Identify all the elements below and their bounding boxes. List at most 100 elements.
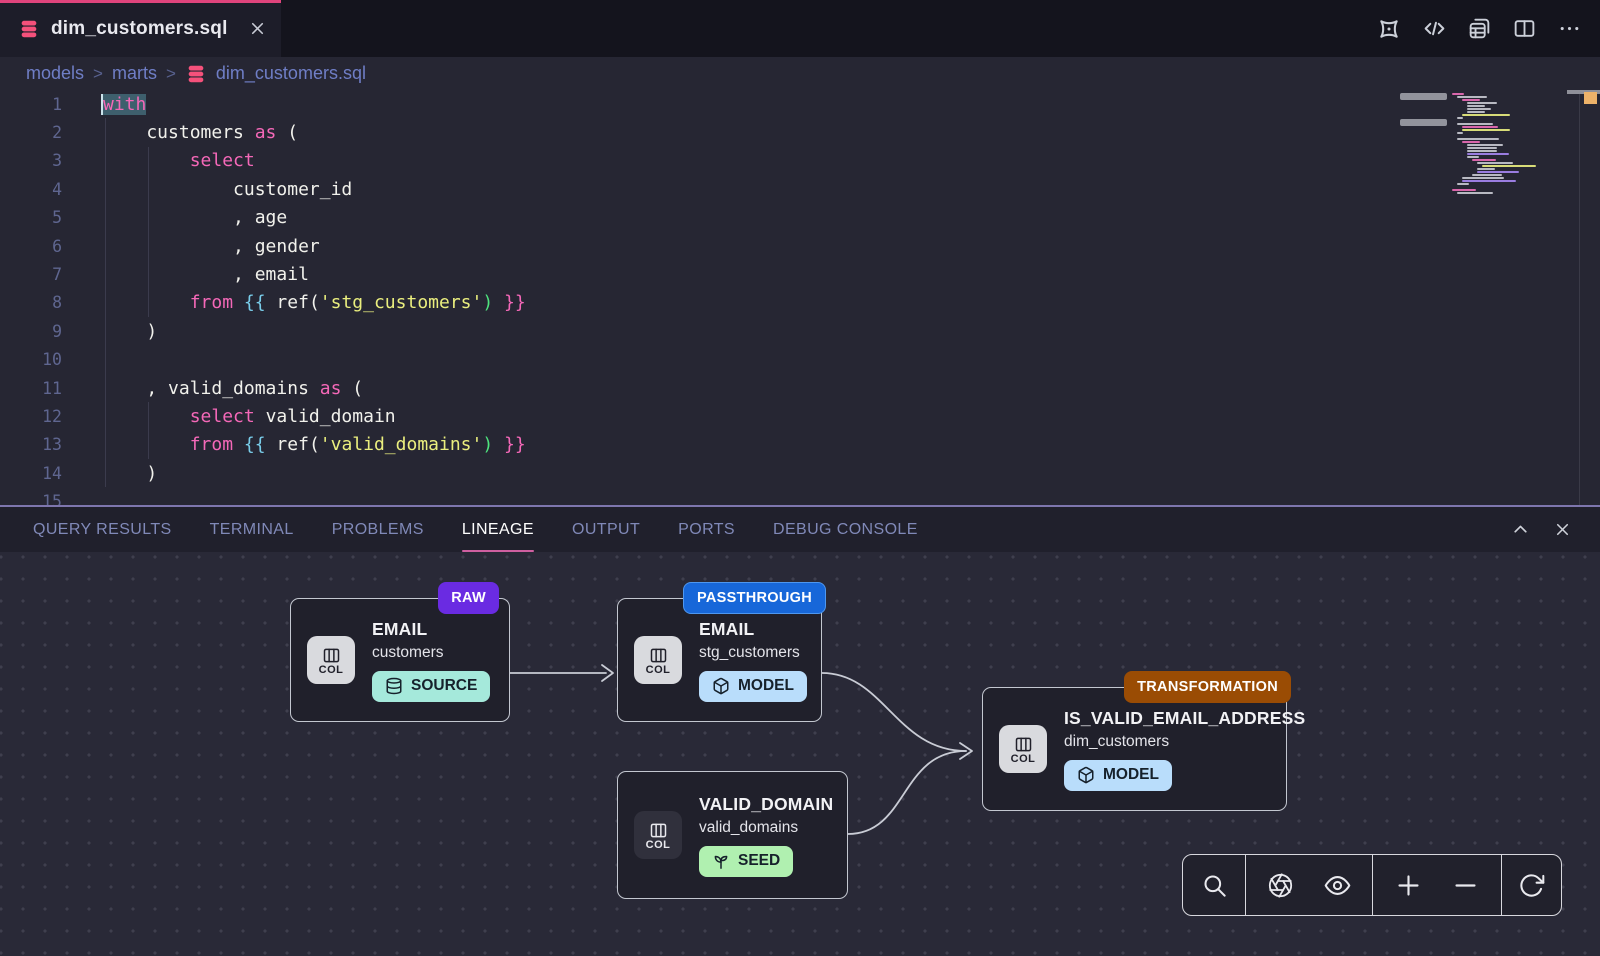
zoom-in-icon[interactable] bbox=[1387, 872, 1430, 899]
toolbar-section bbox=[1246, 855, 1373, 915]
columns-icon bbox=[648, 645, 669, 666]
minimap[interactable] bbox=[1452, 93, 1574, 195]
panel-tab-ports[interactable]: PORTS bbox=[678, 507, 735, 552]
node-tag-transformation: TRANSFORMATION bbox=[1124, 671, 1291, 703]
minimap-line bbox=[1467, 153, 1509, 155]
more-actions-icon[interactable] bbox=[1554, 14, 1584, 44]
split-editor-icon[interactable] bbox=[1509, 14, 1539, 44]
code-line[interactable]: 5 , age bbox=[0, 204, 1600, 232]
cube-icon bbox=[1077, 766, 1095, 784]
code-line[interactable]: 10 bbox=[0, 346, 1600, 374]
line-number: 15 bbox=[0, 492, 62, 505]
minimap-line bbox=[1467, 147, 1497, 149]
panel-tab-debug-console[interactable]: DEBUG CONSOLE bbox=[773, 507, 918, 552]
dbt-icon[interactable] bbox=[1374, 14, 1404, 44]
code-line[interactable]: 12 select valid_domain bbox=[0, 402, 1600, 430]
panel-tab-lineage[interactable]: LINEAGE bbox=[462, 507, 534, 552]
minimap-line bbox=[1482, 165, 1536, 167]
database-icon bbox=[185, 63, 207, 85]
panel-tab-bar: QUERY RESULTS TERMINAL PROBLEMS LINEAGE OUTP… bbox=[0, 507, 1600, 552]
code-line[interactable]: 1with bbox=[0, 90, 1600, 118]
minimap-line bbox=[1457, 132, 1463, 134]
breadcrumb-item-models[interactable]: models bbox=[26, 63, 84, 84]
panel-tab-output[interactable]: OUTPUT bbox=[572, 507, 640, 552]
line-number: 6 bbox=[0, 237, 62, 256]
lineage-node-customers[interactable]: RAW COL EMAIL customers SOURCE bbox=[290, 598, 510, 722]
minimap-line bbox=[1472, 159, 1496, 161]
indent-guide bbox=[105, 118, 106, 487]
query-results-icon[interactable] bbox=[1464, 14, 1494, 44]
node-type-badge-seed: SEED bbox=[699, 846, 793, 877]
close-panel-icon[interactable] bbox=[1553, 520, 1572, 539]
node-type-badge-model: MODEL bbox=[1064, 760, 1172, 791]
lineage-node-valid_domains[interactable]: COL VALID_DOMAIN valid_domains SEED bbox=[617, 771, 848, 899]
breadcrumb-item-dim_customers-sql[interactable]: dim_customers.sql bbox=[185, 63, 366, 85]
active-tab-accent bbox=[0, 0, 281, 3]
code-editor[interactable]: 1with2 customers as (3 select4 customer_… bbox=[0, 90, 1600, 505]
code-line[interactable]: 3 select bbox=[0, 147, 1600, 175]
tab-title: dim_customers.sql bbox=[51, 18, 228, 40]
column-icon: COL bbox=[634, 636, 682, 684]
code-line[interactable]: 2 customers as ( bbox=[0, 118, 1600, 146]
lineage-node-stg_customers[interactable]: PASSTHROUGH COL EMAIL stg_customers MODE… bbox=[617, 598, 822, 722]
minimap-line bbox=[1477, 171, 1519, 173]
columns-icon bbox=[321, 645, 342, 666]
code-line[interactable]: 6 , gender bbox=[0, 232, 1600, 260]
aperture-icon[interactable] bbox=[1259, 872, 1302, 899]
indent-guide bbox=[148, 147, 149, 317]
lineage-canvas[interactable]: RAW COL EMAIL customers SOURCE PASSTHROU… bbox=[0, 552, 1600, 956]
panel-controls bbox=[1510, 507, 1600, 552]
toolbar-section bbox=[1502, 855, 1561, 915]
panel-tab-problems[interactable]: PROBLEMS bbox=[332, 507, 424, 552]
line-number: 8 bbox=[0, 293, 62, 312]
refresh-icon[interactable] bbox=[1510, 872, 1553, 899]
editor-tab-dim-customers[interactable]: dim_customers.sql bbox=[0, 0, 281, 57]
database-small-icon bbox=[385, 677, 403, 695]
search-icon[interactable] bbox=[1193, 872, 1236, 899]
editor-actions bbox=[1374, 0, 1584, 57]
zoom-out-icon[interactable] bbox=[1444, 872, 1487, 899]
minimap-line bbox=[1457, 123, 1493, 125]
minimap-line bbox=[1467, 111, 1485, 113]
titlebar: dim_customers.sql bbox=[0, 0, 1600, 57]
line-number: 5 bbox=[0, 208, 62, 227]
code-icon[interactable] bbox=[1419, 14, 1449, 44]
node-type-badge-model: MODEL bbox=[699, 671, 807, 702]
minimap-line bbox=[1462, 141, 1480, 143]
line-number: 14 bbox=[0, 464, 62, 483]
code-line[interactable]: 11 , valid_domains as ( bbox=[0, 374, 1600, 402]
node-type-badge-source: SOURCE bbox=[372, 671, 490, 702]
minimap-line bbox=[1477, 168, 1495, 170]
database-icon bbox=[18, 18, 40, 40]
eye-icon[interactable] bbox=[1316, 872, 1359, 899]
panel-tab-query-results[interactable]: QUERY RESULTS bbox=[33, 507, 172, 552]
column-icon: COL bbox=[634, 811, 682, 859]
code-line[interactable]: 14 ) bbox=[0, 459, 1600, 487]
breadcrumb-item-marts[interactable]: marts bbox=[112, 63, 157, 84]
node-tag-passthrough: PASSTHROUGH bbox=[683, 582, 826, 614]
close-tab-icon[interactable] bbox=[248, 19, 267, 38]
collapse-panel-icon[interactable] bbox=[1510, 519, 1531, 540]
code-line[interactable]: 4 customer_id bbox=[0, 175, 1600, 203]
minimap-line bbox=[1457, 183, 1469, 185]
toolbar-section bbox=[1373, 855, 1502, 915]
minimap-line bbox=[1452, 93, 1464, 95]
minimap-line bbox=[1457, 138, 1499, 140]
code-line[interactable]: 15 bbox=[0, 487, 1600, 505]
minimap-line bbox=[1462, 99, 1480, 101]
code-line[interactable]: 13 from {{ ref('valid_domains') }} bbox=[0, 431, 1600, 459]
code-line[interactable]: 8 from {{ ref('stg_customers') }} bbox=[0, 289, 1600, 317]
code-line[interactable]: 9 ) bbox=[0, 317, 1600, 345]
minimap-line bbox=[1472, 174, 1502, 176]
minimap-line bbox=[1452, 189, 1476, 191]
lineage-toolbar bbox=[1182, 854, 1562, 916]
seedling-icon bbox=[712, 852, 730, 870]
lineage-node-dim_customers[interactable]: TRANSFORMATION COL IS_VALID_EMAIL_ADDRES… bbox=[982, 687, 1287, 811]
column-icon: COL bbox=[999, 725, 1047, 773]
minimap-line bbox=[1462, 126, 1498, 128]
minimap-line bbox=[1477, 162, 1513, 164]
line-number: 2 bbox=[0, 123, 62, 142]
panel-tab-terminal[interactable]: TERMINAL bbox=[210, 507, 294, 552]
minimap-line bbox=[1467, 144, 1503, 146]
code-line[interactable]: 7 , email bbox=[0, 260, 1600, 288]
